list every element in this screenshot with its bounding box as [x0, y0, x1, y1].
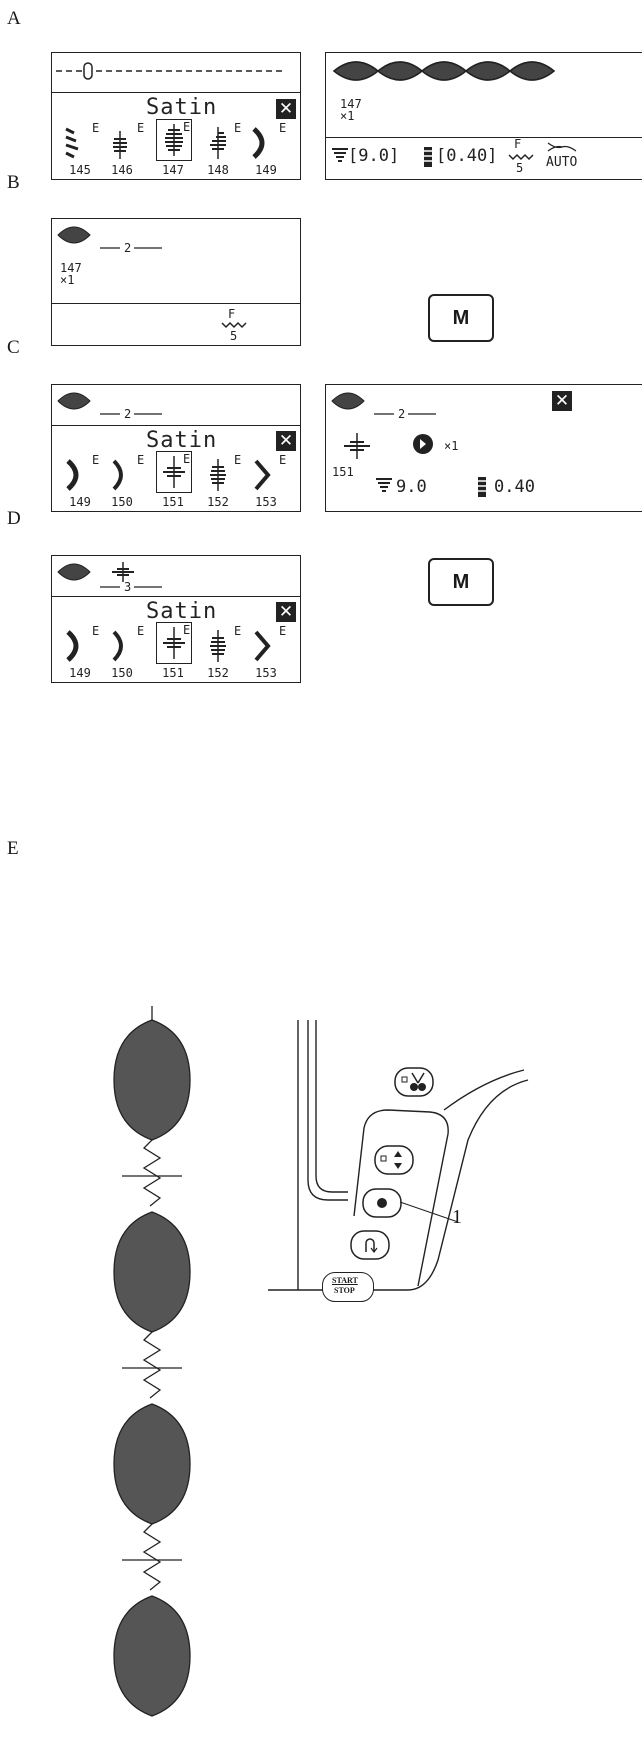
lcd-screen-a1: Satin ✕ E 145 E 146 E 147 E 148 E 149: [51, 52, 301, 180]
close-icon[interactable]: ✕: [552, 391, 572, 411]
category-title: Satin: [146, 95, 218, 120]
stitch-147-number: 147: [162, 163, 184, 177]
length-value[interactable]: 0.40: [494, 477, 535, 497]
foot-number: 5: [516, 161, 524, 175]
memory-count: 2: [124, 407, 132, 421]
repeat-count: ×1: [60, 273, 75, 287]
auto-label: AUTO: [546, 155, 578, 170]
foot-number: 5: [230, 329, 238, 343]
category-title: Satin: [146, 599, 218, 624]
memory-count: 3: [124, 580, 132, 594]
satin-memory-icon: [57, 226, 91, 244]
memory-count-line: [100, 247, 162, 249]
stitch-length-icon: [478, 477, 486, 497]
section-label-e: E: [7, 838, 19, 859]
close-icon[interactable]: ✕: [276, 602, 296, 622]
length-value[interactable]: [0.40]: [436, 146, 497, 166]
section-label-c: C: [7, 337, 20, 358]
start-label: START: [332, 1276, 358, 1285]
needle-up-down-icon: [374, 1145, 414, 1175]
memory-count-line: [100, 586, 162, 588]
close-icon[interactable]: ✕: [276, 431, 296, 451]
thread-cutter-icon: [547, 142, 577, 152]
scissors-icon: [394, 1067, 434, 1097]
stitch-option-151-selected[interactable]: E: [156, 622, 192, 664]
lcd-screen-c2: 2 ✕ 151 ×1 9.0 0.40: [325, 384, 642, 512]
width-value[interactable]: 9.0: [396, 477, 427, 497]
stitch-option-147-selected[interactable]: E: [156, 119, 192, 161]
satin-stitch-sample-illustration: [113, 1006, 191, 1717]
stitch-151-number: 151: [162, 495, 184, 509]
mirror-icon[interactable]: [412, 433, 434, 455]
start-stop-button[interactable]: START STOP: [322, 1272, 374, 1302]
stitch-option-151-selected[interactable]: E: [156, 451, 192, 493]
satin-memory-icon: [57, 563, 91, 581]
category-title: Satin: [146, 428, 218, 453]
lcd-screen-c1: 2 Satin ✕ E 149 E 150 E 151 E 152 E 153: [51, 384, 301, 512]
stop-label: STOP: [334, 1286, 355, 1295]
stitch-151-memory-icon: [112, 562, 134, 582]
lcd-screen-a2: 147 ×1 [9.0] [0.40] F 5 AUTO: [325, 52, 642, 180]
memory-count-line: [374, 413, 436, 415]
memory-m-button[interactable]: M: [428, 558, 494, 606]
memory-m-button[interactable]: M: [428, 294, 494, 342]
stitch-151-icon: [344, 433, 370, 459]
memory-dot-icon: [362, 1188, 402, 1218]
width-value[interactable]: [9.0]: [348, 146, 399, 166]
stitch-preview-line: [56, 62, 282, 80]
close-icon[interactable]: ✕: [276, 99, 296, 119]
satin-memory-icon: [331, 392, 365, 410]
foot-letter: F: [514, 137, 522, 151]
section-label-b: B: [7, 172, 20, 193]
repeat-count: ×1: [444, 439, 459, 453]
stitch-151-number: 151: [162, 666, 184, 680]
satin-pattern-preview: [332, 61, 556, 81]
memory-count: 2: [398, 407, 406, 421]
stitch-width-icon: [332, 148, 348, 162]
reverse-stitch-icon: [350, 1230, 390, 1260]
pattern-number: 151: [332, 465, 354, 479]
memory-count-line: [100, 413, 162, 415]
memory-count: 2: [124, 241, 132, 255]
stitch-length-icon: [424, 147, 432, 167]
lcd-screen-d: 3 Satin ✕ E 149 E 150 E 151 E 152 E 153: [51, 555, 301, 683]
callout-number: 1: [452, 1206, 462, 1228]
section-label-a: A: [7, 8, 21, 29]
stitch-width-icon: [376, 478, 392, 492]
section-label-d: D: [7, 508, 21, 529]
satin-memory-icon: [57, 392, 91, 410]
repeat-count: ×1: [340, 109, 355, 123]
lcd-screen-b: 2 147 ×1 F 5: [51, 218, 301, 346]
